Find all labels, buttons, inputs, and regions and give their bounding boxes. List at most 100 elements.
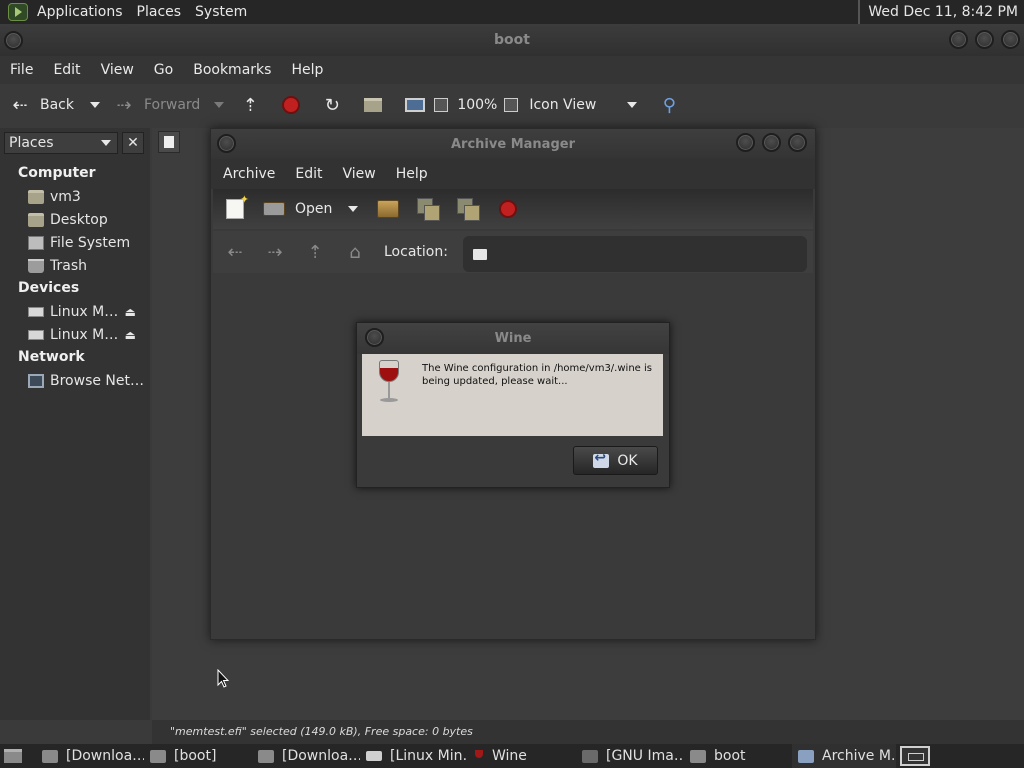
- new-archive-button[interactable]: [223, 193, 249, 221]
- reload-icon[interactable]: ↻: [320, 93, 344, 117]
- ok-button[interactable]: OK: [573, 446, 658, 475]
- show-desktop-button[interactable]: [900, 746, 930, 766]
- show-files-icon[interactable]: [2, 744, 24, 768]
- drive-icon: [366, 751, 382, 761]
- places-menu[interactable]: Places: [130, 4, 189, 20]
- menu-file[interactable]: File: [0, 62, 43, 78]
- clock[interactable]: Wed Dec 11, 8:42 PM: [858, 0, 1024, 24]
- sidebar-item-filesystem[interactable]: File System: [0, 231, 150, 254]
- drive-icon: [28, 306, 44, 317]
- add-files-button[interactable]: [416, 197, 441, 221]
- maximize-button[interactable]: [762, 133, 781, 152]
- sidebar-item-trash[interactable]: Trash: [0, 254, 150, 277]
- open-dropdown[interactable]: [348, 194, 359, 224]
- file-manager-titlebar[interactable]: boot: [0, 24, 1024, 56]
- zoom-out-icon[interactable]: [433, 93, 449, 117]
- search-icon[interactable]: ⚲: [657, 93, 681, 117]
- zoom-in-icon[interactable]: [503, 93, 519, 117]
- home-folder-icon[interactable]: [361, 93, 385, 117]
- top-panel-menu: Applications Places System: [30, 0, 254, 24]
- menu-view[interactable]: View: [91, 62, 144, 78]
- taskbar-item-label: [boot]: [174, 748, 217, 764]
- forward-arrow-icon[interactable]: ⇢: [263, 240, 287, 264]
- menu-view[interactable]: View: [333, 166, 386, 182]
- eject-icon[interactable]: ⏏: [125, 305, 136, 319]
- menu-edit[interactable]: Edit: [285, 166, 332, 182]
- return-arrow-icon: [593, 450, 610, 468]
- edit-location-icon[interactable]: [158, 131, 180, 153]
- sidebar-item-browse-network[interactable]: Browse Net…: [0, 369, 150, 392]
- taskbar: [Downloa… [boot] [Downloa… [Linux Min… W…: [0, 744, 1024, 768]
- sidebar-item-desktop[interactable]: Desktop: [0, 208, 150, 231]
- minimize-button[interactable]: [736, 133, 755, 152]
- menu-help[interactable]: Help: [281, 62, 333, 78]
- home-icon[interactable]: ⌂: [343, 240, 367, 264]
- filesystem-icon: [28, 235, 44, 250]
- extract-button[interactable]: [376, 197, 400, 221]
- back-arrow-icon[interactable]: ⇠: [223, 240, 247, 264]
- location-input[interactable]: [463, 236, 807, 272]
- desktop-folder-icon: [28, 212, 44, 227]
- chevron-down-icon: [214, 102, 225, 108]
- stop-button[interactable]: [496, 197, 520, 221]
- wine-glass-icon: [377, 360, 401, 406]
- wine-dialog-titlebar[interactable]: Wine: [357, 323, 669, 354]
- home-folder-icon: [28, 189, 44, 204]
- sidebar-item-vm3[interactable]: vm3: [0, 185, 150, 208]
- taskbar-item-archive-manager[interactable]: Archive M…: [792, 744, 896, 768]
- archive-manager-title: Archive Manager: [451, 136, 575, 152]
- stop-button[interactable]: [279, 93, 303, 117]
- close-button[interactable]: [1001, 30, 1020, 49]
- taskbar-item-label: [GNU Ima…: [606, 748, 684, 764]
- taskbar-item-linux-mint[interactable]: [Linux Min…: [360, 744, 468, 768]
- taskbar-item-gimp[interactable]: [GNU Ima…: [576, 744, 684, 768]
- window-menu-icon[interactable]: [4, 31, 23, 50]
- taskbar-item-label: [Downloa…: [66, 748, 144, 764]
- taskbar-item-boot-2[interactable]: boot: [684, 744, 792, 768]
- applications-menu[interactable]: Applications: [30, 4, 130, 20]
- sidebar-item-device-1[interactable]: Linux M… ⏏: [0, 300, 150, 323]
- wine-dialog-message: The Wine configuration in /home/vm3/.win…: [422, 363, 652, 387]
- add-folder-button[interactable]: [456, 197, 481, 221]
- menu-go[interactable]: Go: [144, 62, 183, 78]
- menu-bookmarks[interactable]: Bookmarks: [183, 62, 281, 78]
- up-arrow-icon[interactable]: ⇡: [238, 93, 262, 117]
- minimize-button[interactable]: [949, 30, 968, 49]
- maximize-button[interactable]: [975, 30, 994, 49]
- back-button[interactable]: ⇠ Back: [8, 90, 74, 120]
- sidebar-item-device-2[interactable]: Linux M… ⏏: [0, 323, 150, 346]
- sidebar-selector-value: Places: [9, 135, 54, 151]
- forward-history-dropdown[interactable]: [214, 90, 225, 120]
- window-menu-icon[interactable]: [365, 328, 384, 347]
- eject-icon[interactable]: ⏏: [125, 328, 136, 342]
- section-computer: Computer: [18, 165, 96, 181]
- computer-icon[interactable]: [403, 93, 427, 117]
- system-menu[interactable]: System: [188, 4, 254, 20]
- network-icon: [28, 373, 44, 388]
- up-arrow-icon[interactable]: ⇡: [303, 240, 327, 264]
- menu-archive[interactable]: Archive: [213, 166, 285, 182]
- sidebar-selector[interactable]: Places: [4, 132, 118, 154]
- menu-help[interactable]: Help: [386, 166, 438, 182]
- menu-logo-icon[interactable]: [8, 3, 28, 21]
- wine-dialog-title: Wine: [494, 331, 532, 346]
- taskbar-item-downloads-2[interactable]: [Downloa…: [252, 744, 360, 768]
- close-button[interactable]: [788, 133, 807, 152]
- taskbar-item-downloads-1[interactable]: [Downloa…: [36, 744, 144, 768]
- sidebar-item-label: File System: [50, 234, 131, 251]
- sidebar-close-button[interactable]: ✕: [122, 132, 144, 154]
- places-list: Computer vm3 Desktop File System Trash D…: [0, 162, 150, 392]
- location-bar: ⇠ ⇢ ⇡ ⌂ Location:: [213, 231, 813, 273]
- view-mode-value: Icon View: [529, 97, 597, 113]
- taskbar-item-boot[interactable]: [boot]: [144, 744, 252, 768]
- archive-manager-titlebar[interactable]: Archive Manager: [211, 129, 815, 159]
- back-history-dropdown[interactable]: [90, 90, 100, 120]
- zoom-in-shape: [504, 98, 519, 112]
- forward-button[interactable]: ⇢ Forward: [112, 90, 200, 120]
- menu-edit[interactable]: Edit: [43, 62, 90, 78]
- taskbar-item-wine[interactable]: Wine: [468, 744, 576, 768]
- window-menu-icon[interactable]: [217, 134, 236, 153]
- taskbar-item-label: Archive M…: [822, 748, 896, 764]
- view-mode-select[interactable]: Icon View: [529, 90, 638, 120]
- open-button[interactable]: Open: [263, 194, 332, 224]
